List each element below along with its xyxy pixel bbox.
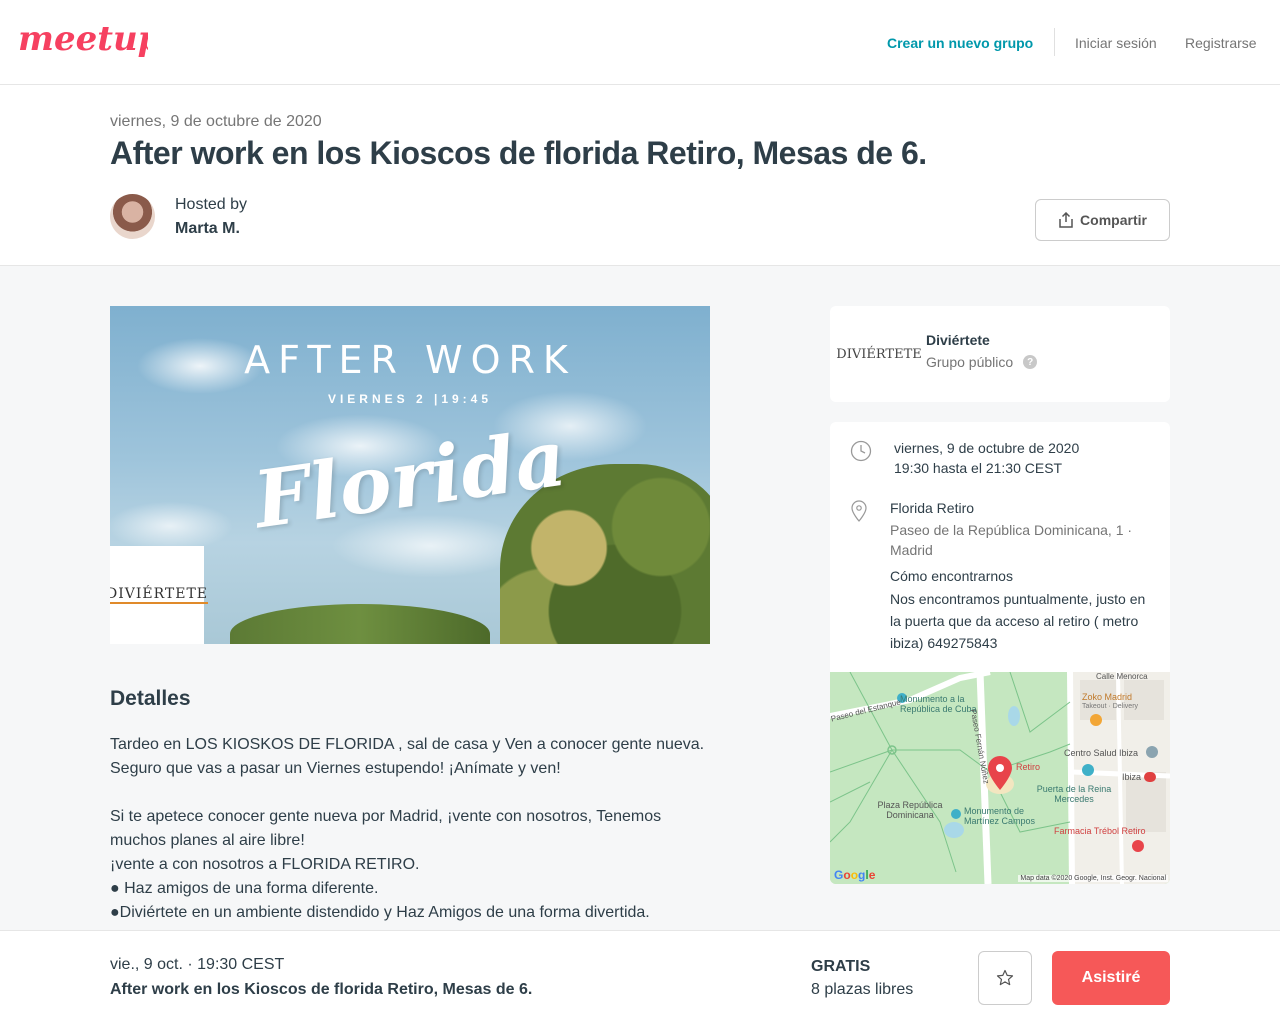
host-avatar[interactable] [110, 194, 155, 239]
group-type-label: Grupo público [926, 354, 1014, 370]
map-label: Monumento a la República de Cuba [900, 694, 977, 714]
price-label: GRATIS [811, 958, 871, 975]
details-paragraph: Tardeo en LOS KIOSKOS DE FLORIDA , sal d… [110, 736, 705, 777]
event-header: viernes, 9 de octubre de 2020 After work… [0, 85, 1280, 266]
star-icon [996, 969, 1014, 986]
details-paragraph: ¡vente a con nosotros a FLORIDA RETIRO. [110, 856, 420, 873]
map-label: Puerta de la Reina Mercedes [1036, 784, 1112, 804]
map-label: Calle Menorca [1096, 672, 1148, 681]
map-label: Centro Salud Ibiza [1064, 748, 1139, 758]
group-logo: DIVIÉRTETE [836, 346, 922, 362]
how-to-find-title: Cómo encontrarnos [890, 568, 1013, 584]
info-time: 19:30 hasta el 21:30 CEST [894, 460, 1063, 476]
map-label: Takeout · Delivery [1082, 703, 1139, 710]
google-logo: Google [834, 868, 876, 882]
clock-icon [850, 440, 872, 462]
svg-text:meetup: meetup [18, 19, 148, 59]
share-icon [1059, 212, 1073, 228]
map-label: Zoko Madrid [1082, 692, 1133, 702]
venue-address: Paseo de la República Dominicana, 1 · Ma… [890, 522, 1133, 558]
map-attribution: Map data ©2020 Google, Inst. Geogr. Naci… [1018, 875, 1168, 882]
map-label: Retiro [1016, 762, 1041, 772]
details-paragraph: ●Diviértete en un ambiente distendido y … [110, 904, 650, 921]
create-group-link[interactable]: Crear un nuevo grupo [887, 35, 1033, 51]
hero-trees-bottom [230, 604, 490, 644]
footer-title: After work en los Kioscos de florida Ret… [110, 981, 533, 998]
hero-group-badge: DIVIÉRTETE [110, 546, 209, 644]
sticky-footer: vie., 9 oct. · 19:30 CEST After work en … [0, 930, 1280, 1024]
location-pin-icon [851, 500, 867, 522]
hosted-by-label: Hosted by [175, 196, 248, 213]
map-label: Ibiza [1122, 772, 1142, 782]
details-body: Tardeo en LOS KIOSKOS DE FLORIDA , sal d… [110, 733, 710, 925]
top-nav: meetup Crear un nuevo grupo Iniciar sesi… [0, 0, 1280, 85]
hero-heading: AFTER WORK [244, 338, 576, 382]
event-info-card: viernes, 9 de octubre de 2020 19:30 hast… [830, 422, 1170, 884]
map-label: Monumento de Martínez Campos [964, 806, 1036, 826]
map-label: Farmacia Trébol Retiro [1054, 826, 1146, 836]
map-label: Plaza República Dominicana [877, 800, 943, 820]
event-title: After work en los Kioscos de florida Ret… [110, 135, 927, 171]
info-date: viernes, 9 de octubre de 2020 [894, 440, 1080, 456]
details-paragraph: Si te apetece conocer gente nueva por Ma… [110, 808, 662, 849]
venue-name: Florida Retiro [890, 500, 975, 516]
venue-map[interactable]: Calle Menorca Monumento a la República d… [830, 672, 1170, 884]
event-date: viernes, 9 de octubre de 2020 [110, 113, 322, 130]
help-icon[interactable]: ? [1023, 355, 1038, 369]
register-link[interactable]: Registrarse [1185, 35, 1257, 51]
spots-left: 8 plazas libres [811, 981, 914, 998]
attend-button[interactable]: Asistiré [1052, 951, 1170, 1005]
details-spacer [110, 781, 710, 805]
footer-date: vie., 9 oct. · 19:30 CEST [110, 956, 285, 973]
event-hero-image: AFTER WORK VIERNES 2 |19:45 Florida DIVI… [110, 306, 710, 644]
meetup-logo[interactable]: meetup [18, 16, 162, 68]
details-heading: Detalles [110, 687, 191, 710]
login-link[interactable]: Iniciar sesión [1075, 35, 1157, 51]
group-type: Grupo público ? [926, 354, 1038, 370]
share-label: Compartir [1080, 212, 1147, 228]
group-card[interactable]: DIVIÉRTETE Diviértete Grupo público ? [830, 306, 1170, 402]
host-name[interactable]: Marta M. [175, 220, 240, 238]
share-button[interactable]: Compartir [1035, 199, 1170, 241]
nav-divider [1054, 28, 1055, 56]
save-event-button[interactable] [978, 951, 1032, 1005]
hero-badge-text: DIVIÉRTETE [110, 586, 209, 604]
how-to-find-text: Nos encontramos puntualmente, justo en l… [890, 591, 1146, 651]
details-paragraph: ● Haz amigos de una forma diferente. [110, 880, 379, 897]
group-name[interactable]: Diviértete [926, 332, 990, 348]
